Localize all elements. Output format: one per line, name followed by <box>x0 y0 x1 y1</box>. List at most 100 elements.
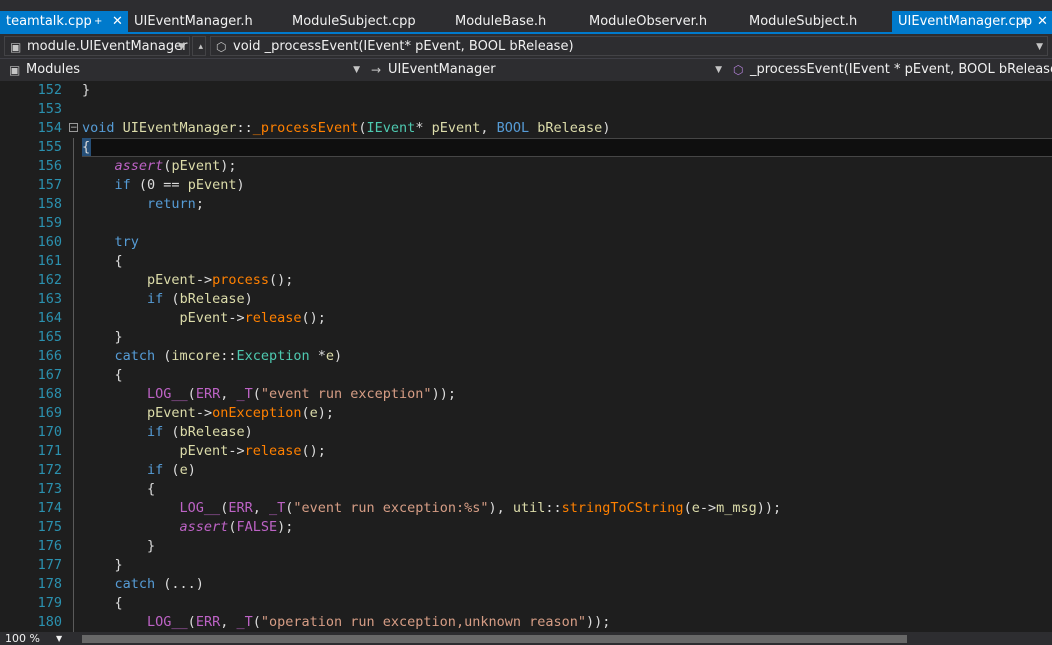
code-text: pEvent->onException(e); <box>147 405 335 421</box>
code-line[interactable]: 169 pEvent->onException(e); <box>0 404 1052 423</box>
code-text: } <box>82 329 123 345</box>
code-line[interactable]: 174 LOG__(ERR, _T("event run exception:%… <box>0 499 1052 518</box>
editor-status-bar: 100 % ▼ <box>0 632 1052 645</box>
chevron-down-icon: ▼ <box>1036 42 1043 52</box>
code-line[interactable]: 177 } <box>0 556 1052 575</box>
chevron-down-icon: ▼ <box>56 634 63 643</box>
tab-modulesubject-h[interactable]: ModuleSubject.h <box>743 11 883 32</box>
zoom-label: 100 % <box>5 632 40 645</box>
code-text: LOG__(ERR, _T("event run exception:%s"),… <box>179 500 782 516</box>
project-icon: ▣ <box>10 40 22 54</box>
chevron-down-icon: ▼ <box>178 42 185 52</box>
function-dropdown[interactable]: ⬡ _processEvent(IEvent * pEvent, BOOL bR… <box>728 60 1052 80</box>
code-line[interactable]: 168 LOG__(ERR, _T("event run exception")… <box>0 385 1052 404</box>
code-text: void UIEventManager::_processEvent(IEven… <box>82 120 611 136</box>
member-dropdown[interactable]: ⬡ void _processEvent(IEvent* pEvent, BOO… <box>210 36 1048 56</box>
line-number: 169 <box>37 405 62 421</box>
code-line[interactable]: 152} <box>0 81 1052 100</box>
tab-label: UIEventManager.h <box>134 14 253 29</box>
code-line[interactable]: 166 catch (imcore::Exception *e) <box>0 347 1052 366</box>
code-text: pEvent->release(); <box>179 310 326 326</box>
line-number: 177 <box>37 557 62 573</box>
method-icon: ⬡ <box>733 63 744 77</box>
code-line[interactable]: 156 assert(pEvent); <box>0 157 1052 176</box>
line-number: 158 <box>37 196 62 212</box>
code-line[interactable]: 157 if (0 == pEvent) <box>0 176 1052 195</box>
close-icon[interactable]: ✕ <box>1037 11 1048 32</box>
tab-label: ModuleSubject.cpp <box>292 14 416 29</box>
tab-modulesubject-cpp[interactable]: ModuleSubject.cpp <box>286 11 436 32</box>
tab-uieventmanager-cpp[interactable]: UIEventManager.cpp + ✕ <box>892 11 1052 32</box>
class-dropdown[interactable]: → UIEventManager ▼ <box>366 60 726 80</box>
chevron-down-icon: ▼ <box>353 65 360 75</box>
pin-icon[interactable]: + <box>1020 11 1028 32</box>
code-text: try <box>114 234 139 250</box>
code-line[interactable]: 163 if (bRelease) <box>0 290 1052 309</box>
line-number: 154 <box>37 120 62 136</box>
member-label: void _processEvent(IEvent* pEvent, BOOL … <box>233 39 574 54</box>
code-line[interactable]: 173 { <box>0 480 1052 499</box>
tab-uieventmanager-h[interactable]: UIEventManager.h <box>128 11 278 32</box>
code-line[interactable]: 180 LOG__(ERR, _T("operation run excepti… <box>0 613 1052 632</box>
horizontal-scrollbar[interactable] <box>82 635 907 643</box>
code-line[interactable]: 179 { <box>0 594 1052 613</box>
code-line[interactable]: 164 pEvent->release(); <box>0 309 1052 328</box>
line-number: 165 <box>37 329 62 345</box>
tab-label: UIEventManager.cpp <box>898 14 1033 29</box>
code-text: assert(FALSE); <box>179 519 294 535</box>
line-number: 176 <box>37 538 62 554</box>
code-text: } <box>82 557 123 573</box>
line-number: 159 <box>37 215 62 231</box>
tab-moduleobserver-h[interactable]: ModuleObserver.h <box>583 11 733 32</box>
zoom-dropdown[interactable]: 100 % ▼ <box>0 632 72 645</box>
tab-label: ModuleSubject.h <box>749 14 858 29</box>
line-number: 155 <box>37 139 62 155</box>
line-number: 160 <box>37 234 62 250</box>
code-line[interactable]: 159 <box>0 214 1052 233</box>
line-number: 178 <box>37 576 62 592</box>
line-number: 166 <box>37 348 62 364</box>
function-label: _processEvent(IEvent * pEvent, BOOL bRel… <box>750 62 1052 77</box>
class-label: UIEventManager <box>388 62 496 77</box>
line-number: 162 <box>37 272 62 288</box>
code-line[interactable]: 175 assert(FALSE); <box>0 518 1052 537</box>
code-line[interactable]: 162 pEvent->process(); <box>0 271 1052 290</box>
code-line[interactable]: 172 if (e) <box>0 461 1052 480</box>
line-number: 174 <box>37 500 62 516</box>
code-text: } <box>82 538 156 554</box>
code-text: LOG__(ERR, _T("operation run exception,u… <box>147 614 611 630</box>
code-line[interactable]: 154− void UIEventManager::_processEvent(I… <box>0 119 1052 138</box>
code-text: if (0 == pEvent) <box>114 177 245 193</box>
code-text: pEvent->process(); <box>147 272 294 288</box>
code-line[interactable]: 178 catch (...) <box>0 575 1052 594</box>
code-editor[interactable]: 152} 153 154− void UIEventManager::_process… <box>0 81 1052 632</box>
line-number: 175 <box>37 519 62 535</box>
code-text: catch (...) <box>114 576 204 592</box>
tab-teamtalk-cpp[interactable]: teamtalk.cpp + ✕ <box>0 11 128 32</box>
code-line[interactable]: 171 pEvent->release(); <box>0 442 1052 461</box>
code-line[interactable]: 158 return; <box>0 195 1052 214</box>
code-line[interactable]: 160 try <box>0 233 1052 252</box>
code-text: catch (imcore::Exception *e) <box>114 348 343 364</box>
line-number: 172 <box>37 462 62 478</box>
line-number: 152 <box>37 82 62 98</box>
fold-toggle-icon[interactable]: − <box>69 123 78 133</box>
line-number: 164 <box>37 310 62 326</box>
code-line[interactable]: 176 } <box>0 537 1052 556</box>
line-number: 180 <box>37 614 62 630</box>
code-line[interactable]: 155 { <box>0 138 1052 157</box>
code-line[interactable]: 170 if (bRelease) <box>0 423 1052 442</box>
scope-dropdown[interactable]: ▣ module.UIEventManager ▼ <box>4 36 190 56</box>
code-line[interactable]: 161 { <box>0 252 1052 271</box>
close-icon[interactable]: ✕ <box>112 11 123 32</box>
tab-label: ModuleBase.h <box>455 14 547 29</box>
code-line[interactable]: 153 <box>0 100 1052 119</box>
pin-icon[interactable]: + <box>94 11 102 32</box>
method-icon: ⬡ <box>216 40 227 54</box>
code-line[interactable]: 165 } <box>0 328 1052 347</box>
split-stepper[interactable]: ▴ <box>192 36 206 56</box>
project-dropdown[interactable]: ▣ Modules ▼ <box>4 60 364 80</box>
code-text: LOG__(ERR, _T("event run exception")); <box>147 386 456 402</box>
code-line[interactable]: 167 { <box>0 366 1052 385</box>
tab-modulebase-h[interactable]: ModuleBase.h <box>449 11 569 32</box>
